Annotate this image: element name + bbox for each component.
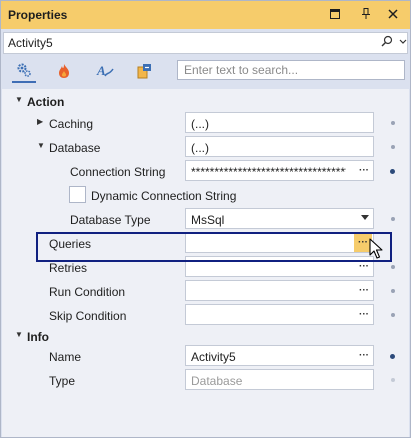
dropdown-arrow-icon[interactable]	[361, 215, 369, 220]
close-icon[interactable]	[386, 7, 400, 21]
property-database-type[interactable]: Database Type MsSql	[2, 207, 409, 231]
default-value-marker[interactable]	[391, 265, 395, 269]
property-grid: ▼ Action ▶ Caching (...) ▼ Database (...…	[2, 89, 409, 437]
pin-icon[interactable]	[359, 7, 373, 21]
property-skip-condition-label: Skip Condition	[49, 309, 127, 323]
default-value-marker[interactable]	[391, 145, 395, 149]
caching-value: (...)	[191, 117, 209, 131]
database-editor[interactable]: (...)	[185, 136, 374, 157]
property-caching-label: Caching	[49, 117, 94, 131]
name-editor[interactable]: Activity5 ···	[185, 345, 374, 366]
expand-arrow-icon[interactable]: ▶	[37, 118, 45, 126]
property-type-label: Type	[49, 374, 76, 388]
default-value-marker[interactable]	[391, 217, 395, 221]
value-set-marker[interactable]	[390, 354, 395, 359]
default-value-marker	[391, 378, 395, 382]
property-dynamic-connection-string-label: Dynamic Connection String	[91, 189, 237, 203]
database-value: (...)	[191, 141, 209, 155]
mouse-cursor-icon	[369, 238, 383, 263]
caching-editor[interactable]: (...)	[185, 112, 374, 133]
window-position-icon[interactable]	[328, 7, 342, 21]
connection-string-value: **********************************	[191, 165, 346, 179]
object-selector-value: Activity5	[8, 36, 53, 50]
category-action-label: Action	[27, 95, 65, 109]
events-flame-icon[interactable]	[52, 59, 76, 83]
name-value: Activity5	[191, 350, 236, 364]
search-input[interactable]: Enter text to search...	[177, 60, 405, 80]
property-run-condition[interactable]: Run Condition ···	[2, 279, 409, 303]
property-dynamic-connection-string[interactable]: Dynamic Connection String	[2, 183, 409, 207]
collapse-arrow-icon[interactable]: ▼	[15, 331, 23, 339]
property-retries-label: Retries	[49, 261, 88, 275]
default-value-marker[interactable]	[391, 289, 395, 293]
search-icon[interactable]	[381, 35, 393, 52]
connection-string-editor[interactable]: ********************************** ···	[185, 160, 374, 181]
property-database[interactable]: ▼ Database (...)	[2, 135, 409, 159]
value-set-marker[interactable]	[390, 169, 395, 174]
property-connection-string[interactable]: Connection String **********************…	[2, 159, 409, 183]
queries-highlight-box	[36, 232, 392, 262]
database-type-select[interactable]: MsSql	[185, 208, 374, 229]
property-type[interactable]: Type Database	[2, 368, 409, 392]
property-name[interactable]: Name Activity5 ···	[2, 344, 409, 368]
variables-icon[interactable]	[133, 59, 157, 83]
toolbar: A Enter text to search...	[3, 57, 408, 85]
property-name-label: Name	[49, 350, 82, 364]
property-run-condition-label: Run Condition	[49, 285, 126, 299]
styles-text-icon[interactable]: A	[93, 59, 117, 83]
property-connection-string-label: Connection String	[70, 165, 166, 179]
default-value-marker[interactable]	[391, 121, 395, 125]
category-action[interactable]: ▼ Action	[2, 89, 409, 113]
ellipsis-button[interactable]: ···	[355, 346, 373, 365]
ellipsis-button[interactable]: ···	[355, 281, 373, 300]
property-database-type-label: Database Type	[70, 213, 151, 227]
skip-condition-editor[interactable]: ···	[185, 304, 374, 325]
property-database-label: Database	[49, 141, 101, 155]
run-condition-editor[interactable]: ···	[185, 280, 374, 301]
ellipsis-button[interactable]: ···	[355, 161, 373, 180]
property-caching[interactable]: ▶ Caching (...)	[2, 111, 409, 135]
default-value-marker[interactable]	[391, 313, 395, 317]
properties-gear-icon[interactable]	[12, 59, 36, 83]
dynamic-connection-string-checkbox[interactable]	[69, 186, 86, 203]
category-info-label: Info	[27, 330, 49, 344]
properties-panel: Properties Activity5 A Enter text to sea…	[0, 0, 411, 438]
object-selector[interactable]: Activity5	[3, 32, 408, 54]
ellipsis-button[interactable]: ···	[355, 305, 373, 324]
type-editor: Database	[185, 369, 374, 390]
collapse-arrow-icon[interactable]: ▼	[15, 96, 23, 104]
title-bar[interactable]: Properties	[1, 1, 410, 29]
collapse-arrow-icon[interactable]: ▼	[37, 142, 45, 150]
type-value: Database	[191, 374, 243, 388]
database-type-value: MsSql	[191, 213, 225, 227]
chevron-down-icon[interactable]	[399, 35, 407, 52]
panel-title: Properties	[8, 8, 68, 22]
